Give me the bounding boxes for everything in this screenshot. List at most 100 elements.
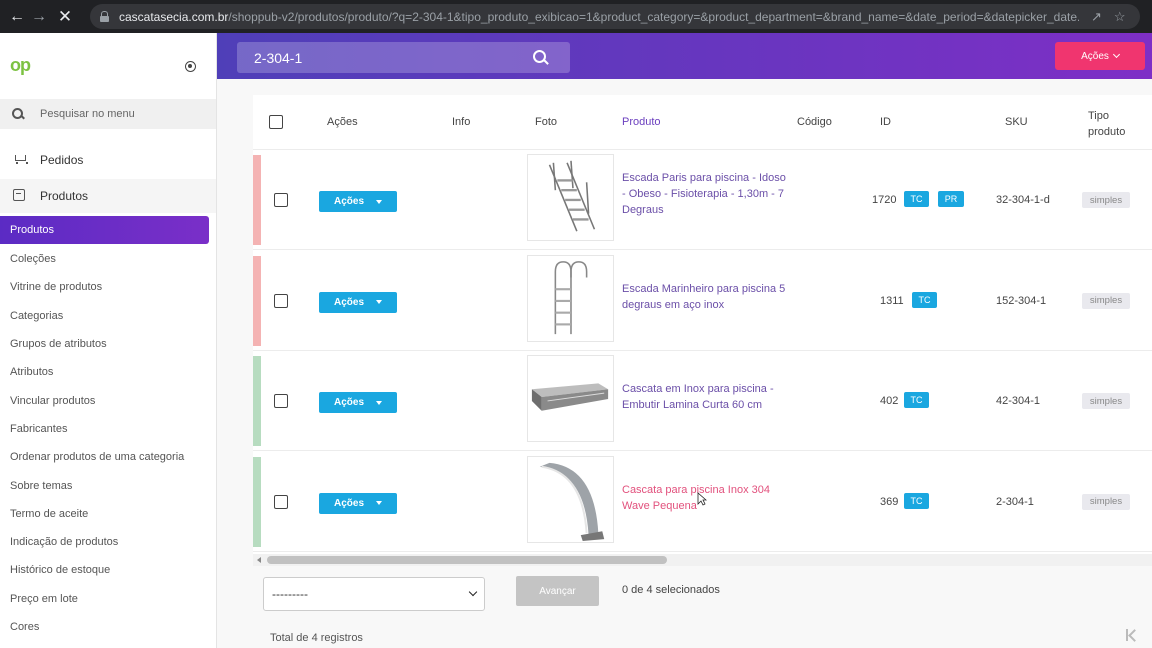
header-id: ID (880, 116, 891, 128)
sidebar-subitem[interactable]: Categorias (10, 302, 184, 330)
tag-badge: TC (904, 492, 929, 509)
row-checkbox[interactable] (274, 193, 288, 207)
product-sku: 152-304-1 (996, 294, 1047, 307)
total-records: Total de 4 registros (270, 632, 363, 644)
browser-toolbar: ← → ✕ cascatasecia.com.br/shoppub-v2/pro… (0, 0, 1152, 33)
table-row: Ações Escada Marinheiro para piscina 5 de… (253, 251, 1152, 351)
table-row: Ações Escada Paris para piscina - Idoso -… (253, 150, 1152, 250)
caret-down-icon (376, 199, 382, 204)
cart-icon (13, 154, 28, 165)
product-id: 402 (880, 395, 899, 407)
sidebar-subitem[interactable]: Cores (10, 613, 184, 641)
sidebar-subitem[interactable]: Atributos (10, 358, 184, 386)
box-icon (13, 188, 25, 201)
status-stripe (253, 255, 261, 346)
chevron-down-icon (1112, 50, 1120, 59)
menu-search-input[interactable] (40, 108, 190, 120)
sidebar-subitem[interactable]: Sobre temas (10, 471, 184, 499)
sidebar-subitem[interactable]: Grupos de atributos (10, 330, 184, 358)
sidebar-subitem[interactable]: Ordenar produtos de uma categoria (10, 443, 184, 471)
product-sku: 32-304-1-d (996, 194, 1050, 206)
header-acoes: Ações (327, 116, 358, 128)
main-content: Ações Info Foto Produto Código ID SKU Ti… (217, 79, 1152, 648)
product-id: 369 (880, 495, 899, 508)
product-search (237, 42, 570, 73)
product-type-badge: simples (1082, 493, 1130, 510)
bookmark-star-icon[interactable]: ☆ (1114, 9, 1126, 25)
header-foto: Foto (535, 116, 558, 128)
sidebar-subitem[interactable]: Indicação de produtos (10, 528, 184, 556)
sidebar-subitem[interactable]: Termo de aceite (10, 500, 184, 528)
sidebar-subitem[interactable]: Fabricantes (10, 415, 184, 443)
product-name-link[interactable]: Cascata em Inox para piscina - Embutir L… (622, 381, 792, 413)
table-header: Ações Info Foto Produto Código ID SKU Ti… (253, 95, 1152, 150)
forward-arrow-icon[interactable]: → (28, 8, 50, 26)
lock-icon (100, 11, 109, 22)
sidebar: op Pedidos Produtos Produtos ColeçõesVit… (0, 33, 217, 648)
product-type-badge: simples (1082, 393, 1130, 409)
advance-button[interactable]: Avançar (516, 576, 599, 606)
search-icon[interactable] (533, 50, 548, 65)
caret-down-icon (376, 300, 382, 304)
row-actions-button[interactable]: Ações (319, 191, 397, 212)
bulk-action-select[interactable]: --------- (263, 577, 485, 611)
row-actions-button[interactable]: Ações (319, 492, 397, 514)
product-photo[interactable] (527, 355, 614, 442)
actions-dropdown-button[interactable]: Ações (1055, 42, 1145, 70)
header-produto[interactable]: Produto (622, 116, 661, 128)
product-photo[interactable] (527, 254, 614, 342)
product-photo[interactable] (527, 455, 614, 543)
sidebar-subitem[interactable]: Vincular produtos (10, 386, 184, 414)
sidebar-subitem[interactable]: Vitrine de produtos (10, 273, 184, 301)
product-id: 1720 (872, 194, 897, 206)
menu-search (0, 99, 216, 129)
mouse-cursor-icon (697, 492, 707, 506)
horizontal-scrollbar[interactable] (253, 554, 1152, 566)
sidebar-subitem[interactable]: Preço em lote (10, 585, 184, 613)
header-info: Info (452, 116, 471, 128)
row-checkbox[interactable] (274, 293, 288, 308)
product-name-link[interactable]: Cascata para piscina Inox 304 Wave Peque… (622, 482, 792, 514)
product-type-badge: simples (1082, 192, 1130, 208)
brand-logo[interactable]: op (10, 55, 31, 76)
header-codigo: Código (797, 116, 832, 128)
row-actions-button[interactable]: Ações (319, 392, 397, 413)
row-checkbox[interactable] (274, 394, 288, 408)
top-header: Ações (217, 33, 1152, 79)
header-sku: SKU (1005, 116, 1028, 128)
product-search-input[interactable] (254, 49, 524, 66)
status-stripe (253, 356, 261, 446)
sidebar-item-label: Pedidos (40, 153, 84, 167)
first-page-icon[interactable] (1126, 629, 1138, 641)
chevron-down-icon (468, 587, 478, 597)
select-all-checkbox[interactable] (269, 115, 283, 129)
product-type-badge: simples (1082, 292, 1130, 309)
sidebar-item-label: Produtos (40, 189, 89, 203)
stop-loading-icon[interactable]: ✕ (54, 7, 76, 27)
tag-badge: TC (912, 291, 937, 308)
radio-toggle-icon[interactable] (185, 61, 196, 72)
product-name-link[interactable]: Escada Paris para piscina - Idoso - Obes… (622, 170, 792, 218)
scrollbar-thumb[interactable] (267, 556, 667, 564)
table-row: Ações Cascata em Inox para piscina - Embu… (253, 351, 1152, 451)
status-stripe (253, 155, 261, 245)
sidebar-subitem[interactable]: Coleções (10, 245, 184, 273)
row-checkbox[interactable] (274, 494, 288, 509)
product-photo[interactable] (527, 154, 614, 241)
sidebar-item-produtos[interactable]: Produtos (0, 179, 216, 213)
sidebar-subitem[interactable]: Histórico de estoque (10, 556, 184, 584)
tag-badge: TC (904, 191, 929, 207)
selection-count: 0 de 4 selecionados (622, 584, 720, 596)
row-actions-button[interactable]: Ações (319, 291, 397, 313)
status-stripe (253, 456, 261, 547)
sidebar-subitem-produtos-active[interactable]: Produtos (0, 216, 209, 244)
scroll-left-icon[interactable] (257, 557, 261, 563)
sidebar-item-pedidos[interactable]: Pedidos (0, 143, 216, 177)
url-text: cascatasecia.com.br/shoppub-v2/produtos/… (119, 9, 1079, 24)
product-name-link[interactable]: Escada Marinheiro para piscina 5 degraus… (622, 281, 792, 313)
share-icon[interactable]: ↗ (1091, 9, 1102, 25)
products-table: Ações Info Foto Produto Código ID SKU Ti… (253, 95, 1152, 555)
address-bar[interactable]: cascatasecia.com.br/shoppub-v2/produtos/… (90, 4, 1140, 29)
back-arrow-icon[interactable]: ← (6, 8, 28, 26)
product-sku: 2-304-1 (996, 495, 1034, 508)
